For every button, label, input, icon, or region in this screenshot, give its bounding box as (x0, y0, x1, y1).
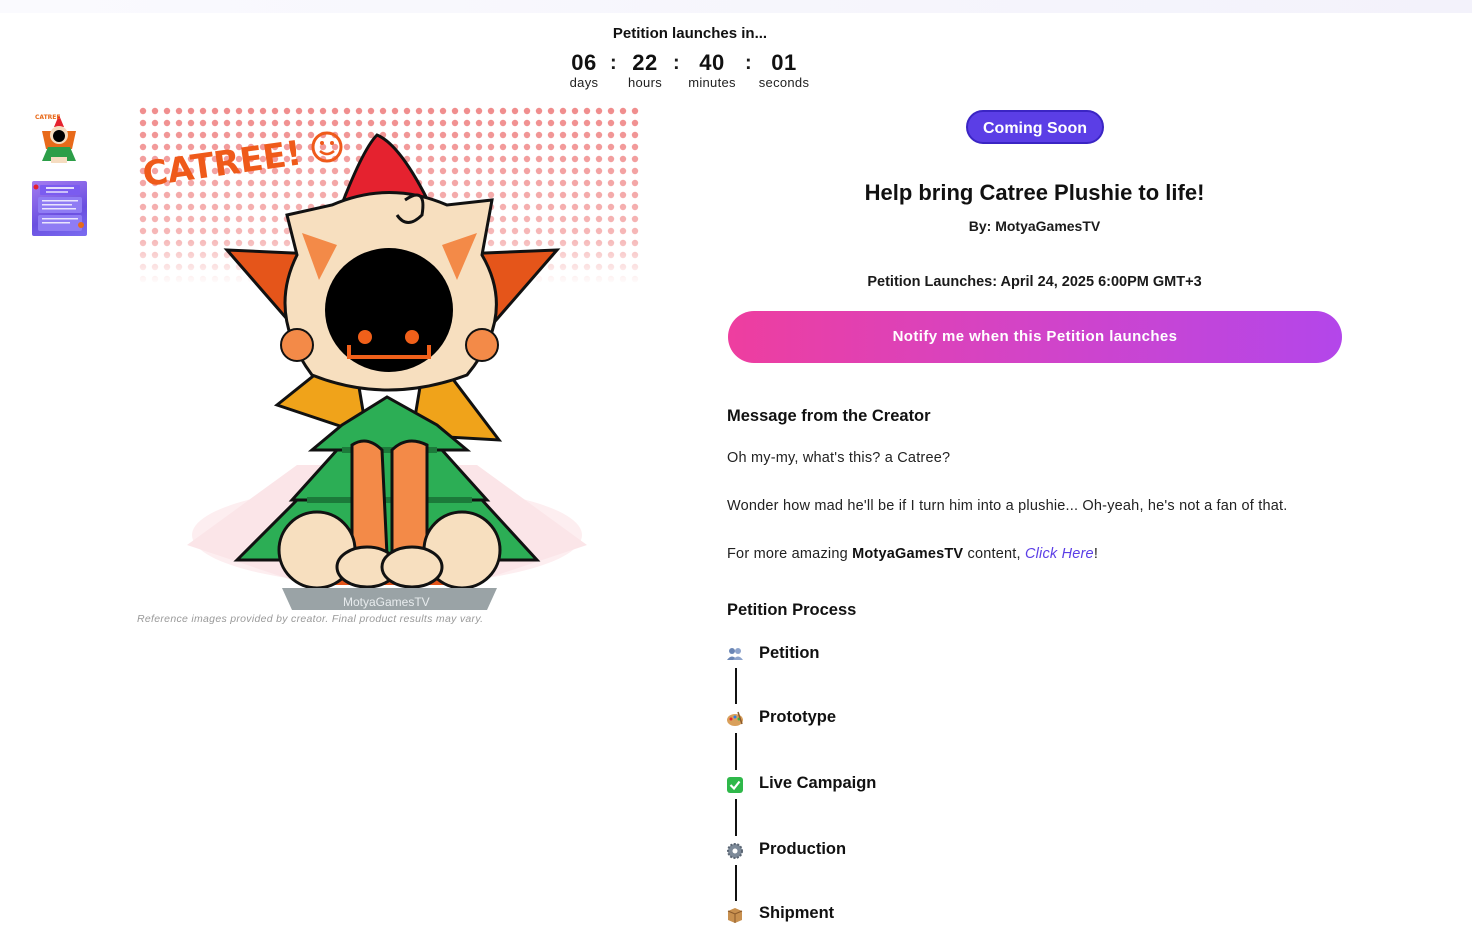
creator-message-paragraph-2: Wonder how mad he'll be if I turn him in… (727, 498, 1288, 514)
product-main-image: CATREE! MotyaGamesTV (137, 105, 640, 610)
creator-message-paragraph-1: Oh my-my, what's this? a Catree? (727, 450, 951, 466)
people-icon (726, 646, 744, 664)
step-connector (735, 865, 737, 901)
launch-countdown: Petition launches in... 06 days : 22 hou… (560, 25, 820, 90)
step-connector (735, 799, 737, 836)
top-strip (0, 0, 1472, 13)
image-disclaimer: Reference images provided by creator. Fi… (137, 613, 484, 625)
countdown-seconds: 01 seconds (749, 51, 819, 91)
step-connector (735, 733, 737, 770)
countdown-hours-label: hours (627, 75, 663, 90)
countdown-days-label: days (569, 75, 599, 90)
gear-icon (726, 842, 744, 860)
countdown-label: Petition launches in... (612, 25, 768, 42)
svg-text:CATREE: CATREE (35, 114, 61, 121)
gallery-thumbnail-catree[interactable]: CATREE (32, 111, 87, 166)
countdown-seconds-value: 01 (771, 50, 797, 75)
product-title: Help bring Catree Plushie to life! (864, 180, 1205, 205)
check-mark-icon (726, 776, 744, 794)
step-label: Prototype (759, 708, 837, 726)
creator-byline: By: MotyaGamesTV (968, 218, 1101, 234)
creator-message-heading: Message from the Creator (727, 407, 931, 425)
countdown-hours-value: 22 (632, 50, 658, 75)
countdown-seconds-label: seconds (758, 75, 810, 90)
package-icon (726, 906, 744, 924)
palette-icon (726, 710, 744, 728)
step-label: Production (759, 840, 847, 858)
countdown-days: 06 days (549, 51, 619, 91)
launch-date: Petition Launches: April 24, 2025 6:00PM… (867, 274, 1202, 290)
gallery-thumbnail-info[interactable] (32, 181, 87, 236)
countdown-minutes-label: minutes (688, 75, 736, 90)
countdown-hours: 22 hours (610, 51, 680, 91)
step-connector (735, 668, 737, 704)
message-text: ! (1093, 546, 1099, 562)
countdown-days-value: 06 (571, 50, 597, 75)
creator-name: MotyaGamesTV (852, 546, 964, 562)
countdown-minutes: 40 minutes (677, 51, 747, 91)
message-text: For more amazing (727, 546, 853, 562)
creator-message-paragraph-3: For more amazing MotyaGamesTV content, C… (727, 546, 1098, 562)
notify-me-button[interactable]: Notify me when this Petition launches (728, 311, 1342, 363)
message-text: content, (963, 546, 1025, 562)
click-here-link[interactable]: Click Here (1025, 546, 1094, 562)
catree-plushie-illustration: CATREE! MotyaGamesTV (137, 105, 640, 610)
info-card-thumbnail-image (33, 184, 84, 231)
step-label: Live Campaign (759, 774, 877, 792)
status-badge: Coming Soon (966, 110, 1104, 144)
step-label: Shipment (759, 904, 835, 922)
catree-thumbnail-image: CATREE (32, 111, 87, 166)
countdown-minutes-value: 40 (699, 50, 725, 75)
watermark-text: MotyaGamesTV (343, 595, 430, 609)
step-label: Petition (759, 644, 820, 662)
petition-process-heading: Petition Process (727, 601, 857, 619)
